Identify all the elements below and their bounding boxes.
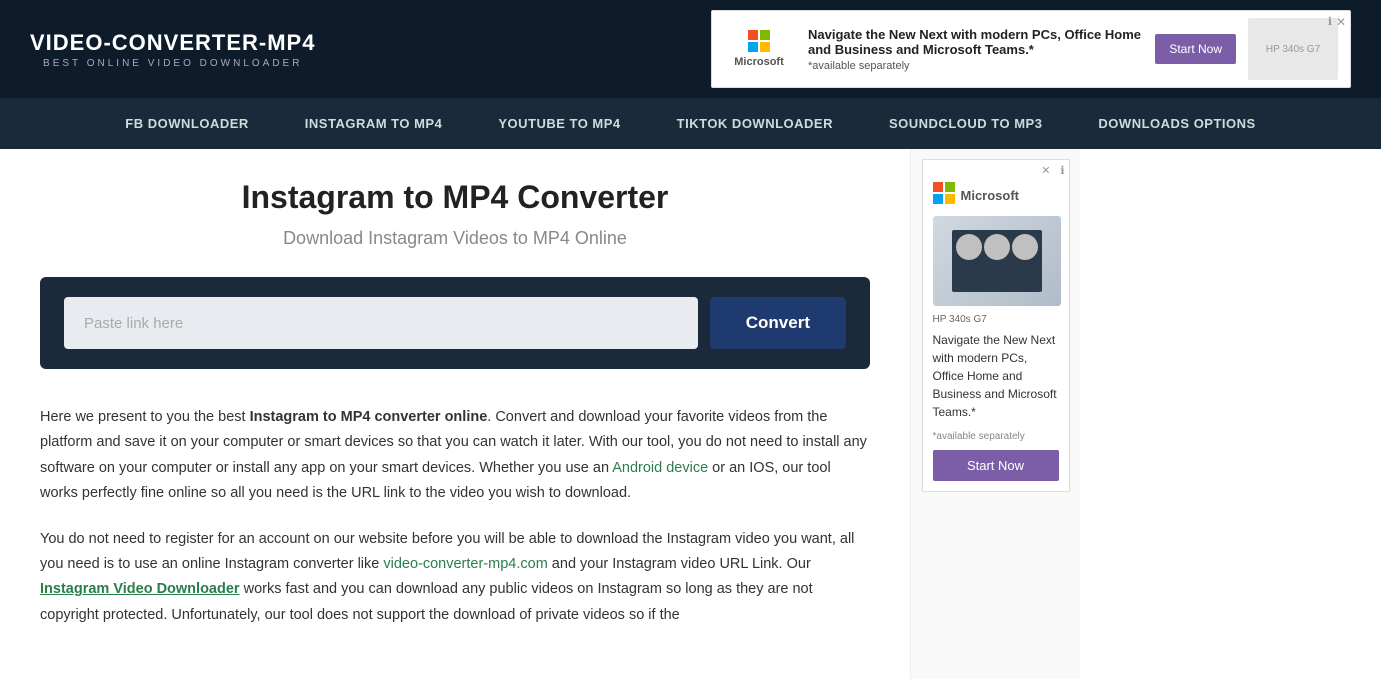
instagram-downloader-link[interactable]: Instagram Video Downloader <box>40 581 240 597</box>
nav-tiktok-downloader[interactable]: TIKTOK DOWNLOADER <box>649 98 861 149</box>
sidebar-ad-footnote: *available separately <box>933 431 1059 442</box>
body-paragraph-1: Here we present to you the best Instagra… <box>40 405 870 507</box>
ad-start-button[interactable]: Start Now <box>1155 34 1236 64</box>
ms-yellow <box>760 42 770 52</box>
ms-green <box>760 30 770 40</box>
bold-text-1: Instagram to MP4 converter online <box>250 409 488 425</box>
nav-youtube-mp4[interactable]: YOUTUBE TO MP4 <box>470 98 648 149</box>
site-link[interactable]: video-converter-mp4.com <box>383 556 547 572</box>
logo: VIDEO-CONVERTER-MP4 BEST ONLINE VIDEO DO… <box>30 30 315 69</box>
page-title: Instagram to MP4 Converter <box>40 179 870 216</box>
sidebar-start-button[interactable]: Start Now <box>933 450 1059 481</box>
laptop-face-1 <box>956 234 982 260</box>
sidebar-laptop-label: HP 340s G7 <box>933 314 1059 325</box>
sidebar-brand-label: Microsoft <box>961 188 1020 203</box>
ad-footnote: *available separately <box>808 60 1143 72</box>
laptop-face-3 <box>1012 234 1038 260</box>
sidebar-ad-info-icon[interactable]: ℹ <box>1060 164 1064 177</box>
ad-laptop-label: HP 340s G7 <box>1266 44 1320 55</box>
sidebar-ms-blue <box>933 194 943 204</box>
ms-grid-icon <box>748 30 770 52</box>
nav-soundcloud-mp3[interactable]: SOUNDCLOUD TO MP3 <box>861 98 1070 149</box>
url-input[interactable] <box>64 297 698 349</box>
sidebar-ad-headline: Navigate the New Next with modern PCs, O… <box>933 331 1059 421</box>
ad-text: Navigate the New Next with modern PCs, O… <box>808 27 1143 72</box>
site-header: VIDEO-CONVERTER-MP4 BEST ONLINE VIDEO DO… <box>0 0 1381 98</box>
logo-title: VIDEO-CONVERTER-MP4 <box>30 30 315 56</box>
sidebar-ad-close-icon[interactable]: ✕ <box>1041 164 1050 177</box>
laptop-face-2 <box>984 234 1010 260</box>
page-subtitle: Download Instagram Videos to MP4 Online <box>40 228 870 249</box>
ad-ms-logo: Microsoft <box>724 30 794 68</box>
convert-button[interactable]: Convert <box>710 297 846 349</box>
sidebar-ms-header: Microsoft <box>933 182 1059 208</box>
main-layout: Instagram to MP4 Converter Download Inst… <box>0 149 1381 679</box>
logo-subtitle: BEST ONLINE VIDEO DOWNLOADER <box>43 58 302 69</box>
main-nav: FB DOWNLOADER INSTAGRAM TO MP4 YOUTUBE T… <box>0 98 1381 149</box>
sidebar-ms-red <box>933 182 943 192</box>
ad-info-icon[interactable]: ℹ <box>1328 15 1332 28</box>
sidebar-laptop-image <box>933 216 1061 306</box>
sidebar-ad: ℹ ✕ Microsoft HP 340s G7 Navig <box>922 159 1070 492</box>
android-link[interactable]: Android device <box>612 460 708 476</box>
sidebar-ms-green <box>945 182 955 192</box>
ad-brand-label: Microsoft <box>734 56 784 68</box>
ad-close-icon[interactable]: ✕ <box>1336 15 1346 29</box>
sidebar-laptop-screen <box>952 230 1042 292</box>
sidebar-ms-grid-icon <box>933 182 955 204</box>
content-area: Instagram to MP4 Converter Download Inst… <box>0 149 910 679</box>
converter-box: Convert <box>40 277 870 369</box>
nav-fb-downloader[interactable]: FB DOWNLOADER <box>97 98 277 149</box>
header-ad-banner: ℹ ✕ Microsoft Navigate the New Next with… <box>711 10 1351 88</box>
ad-headline: Navigate the New Next with modern PCs, O… <box>808 27 1143 57</box>
ad-laptop-image: HP 340s G7 <box>1248 18 1338 80</box>
nav-instagram-mp4[interactable]: INSTAGRAM TO MP4 <box>277 98 471 149</box>
ms-red <box>748 30 758 40</box>
body-paragraph-2: You do not need to register for an accou… <box>40 527 870 629</box>
sidebar: ℹ ✕ Microsoft HP 340s G7 Navig <box>910 149 1080 679</box>
ms-blue <box>748 42 758 52</box>
sidebar-ms-yellow <box>945 194 955 204</box>
nav-downloads-options[interactable]: DOWNLOADS OPTIONS <box>1070 98 1283 149</box>
